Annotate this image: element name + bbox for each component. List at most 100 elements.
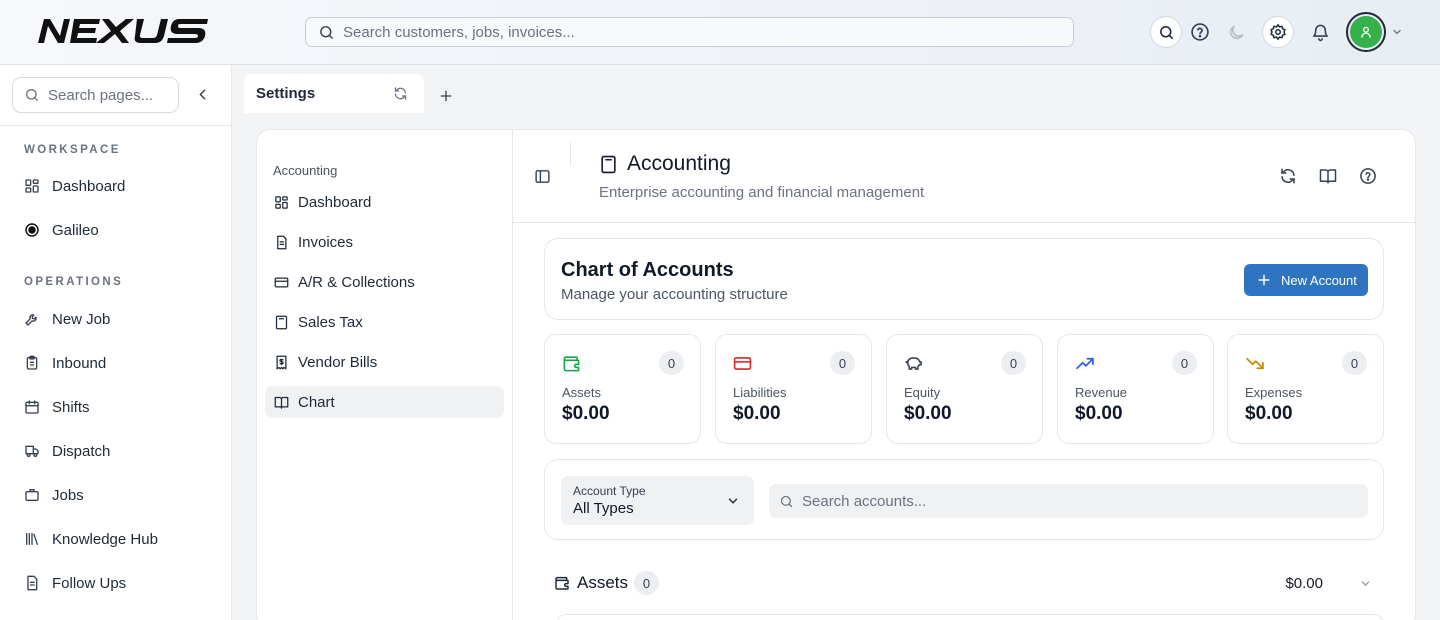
menu-item-invoices[interactable]: Invoices: [265, 226, 504, 258]
collapse-sidebar-icon[interactable]: [194, 86, 211, 103]
add-tab-icon[interactable]: [438, 88, 454, 104]
chart-of-accounts-header: Chart of Accounts Manage your accounting…: [544, 238, 1384, 320]
sidebar-item-label: Knowledge Hub: [52, 530, 158, 548]
count-badge: 0: [1001, 351, 1026, 375]
galileo-icon: [24, 222, 40, 238]
page-search[interactable]: [12, 77, 179, 113]
count-badge: 0: [1342, 351, 1367, 375]
stat-value: $0.00: [904, 403, 952, 424]
sidebar-item-galileo[interactable]: Galileo: [24, 217, 99, 243]
menu-item-vendor-bills[interactable]: Vendor Bills: [265, 346, 504, 378]
settings-button[interactable]: [1262, 16, 1294, 48]
divider: [570, 142, 571, 166]
document-icon: [24, 575, 40, 591]
chevron-down-icon: [726, 494, 740, 508]
refresh-icon[interactable]: [1279, 167, 1297, 185]
search-icon: [779, 494, 794, 509]
grid-icon: [274, 195, 289, 210]
stat-card-expenses[interactable]: 0 Expenses $0.00: [1227, 334, 1384, 444]
theme-toggle-button[interactable]: [1220, 16, 1252, 48]
sidebar-item-dispatch[interactable]: Dispatch: [24, 438, 110, 464]
stat-card-liabilities[interactable]: 0 Liabilities $0.00: [715, 334, 872, 444]
chevron-down-icon[interactable]: [1359, 577, 1372, 590]
filter-bar: Account Type All Types: [544, 459, 1384, 540]
receipt-icon: [274, 355, 289, 370]
accounting-menu-heading: Accounting: [273, 163, 338, 178]
account-type-select[interactable]: Account Type All Types: [561, 476, 754, 525]
stat-label: Equity: [904, 385, 941, 400]
stat-label: Expenses: [1245, 385, 1303, 400]
stat-card-revenue[interactable]: 0 Revenue $0.00: [1057, 334, 1214, 444]
stat-card-assets[interactable]: 0 Assets $0.00: [544, 334, 701, 444]
sidebar-item-shifts[interactable]: Shifts: [24, 394, 90, 420]
piggy-bank-icon: [904, 354, 924, 373]
global-search-input[interactable]: [343, 23, 1023, 41]
menu-item-ar-collections[interactable]: A/R & Collections: [265, 266, 504, 298]
notifications-button[interactable]: [1304, 16, 1336, 48]
trending-up-icon: [1075, 354, 1095, 373]
tab-settings[interactable]: Settings: [244, 74, 424, 113]
quick-search-button[interactable]: [1150, 16, 1182, 48]
section-operations: OPERATIONS: [24, 276, 124, 288]
global-search[interactable]: [305, 17, 1074, 47]
menu-item-sales-tax[interactable]: Sales Tax: [265, 306, 504, 338]
wallet-icon: [562, 354, 581, 373]
group-name: Assets: [577, 573, 629, 592]
chevron-down-icon[interactable]: [1391, 26, 1403, 38]
account-group-body: [556, 614, 1384, 620]
stat-value: $0.00: [1245, 403, 1293, 424]
select-caption: Account Type: [573, 484, 646, 498]
truck-icon: [24, 443, 40, 459]
sidebar-item-label: New Job: [52, 310, 111, 328]
sidebar-item-new-job[interactable]: New Job: [24, 306, 110, 332]
avatar: [1350, 16, 1382, 48]
stat-label: Revenue: [1075, 385, 1128, 400]
menu-item-label: Invoices: [298, 233, 354, 251]
book-icon[interactable]: [1319, 167, 1337, 185]
top-bar: [0, 0, 1440, 65]
sidebar-item-label: Galileo: [52, 221, 99, 239]
search-icon: [1158, 24, 1175, 41]
section-workspace: WORKSPACE: [24, 144, 121, 156]
sidebar-item-knowledge-hub[interactable]: Knowledge Hub: [24, 526, 158, 552]
library-icon: [24, 531, 40, 547]
divider: [0, 125, 231, 126]
sidebar-item-follow-ups[interactable]: Follow Ups: [24, 570, 126, 596]
trending-down-icon: [1245, 354, 1265, 373]
page-title: Accounting: [599, 152, 731, 176]
menu-item-label: Chart: [298, 393, 335, 411]
count-badge: 0: [634, 571, 659, 595]
new-account-label: New Account: [1281, 272, 1357, 288]
new-account-button[interactable]: New Account: [1244, 264, 1368, 296]
user-icon: [1359, 25, 1373, 39]
sidebar-item-dashboard[interactable]: Dashboard: [24, 173, 125, 199]
account-search-input[interactable]: [802, 492, 1342, 510]
page-search-input[interactable]: [48, 86, 168, 104]
refresh-icon[interactable]: [393, 86, 408, 101]
help-circle-icon: [1190, 22, 1210, 42]
menu-item-label: A/R & Collections: [298, 273, 415, 291]
stat-value: $0.00: [1075, 403, 1123, 424]
account-search[interactable]: [769, 484, 1368, 518]
select-value: All Types: [573, 500, 634, 517]
user-avatar-button[interactable]: [1346, 12, 1386, 52]
account-group-assets[interactable]: Assets 0 $0.00: [544, 566, 1384, 600]
stat-card-equity[interactable]: 0 Equity $0.00: [886, 334, 1043, 444]
sidebar-toggle-icon[interactable]: [534, 168, 551, 185]
sidebar-item-label: Jobs: [52, 486, 84, 504]
sidebar: WORKSPACE Dashboard Galileo OPERATIONS N…: [0, 65, 232, 620]
bell-icon: [1311, 23, 1330, 42]
menu-item-label: Vendor Bills: [298, 353, 378, 371]
sidebar-item-label: Follow Ups: [52, 574, 127, 592]
sidebar-item-jobs[interactable]: Jobs: [24, 482, 84, 508]
help-circle-icon[interactable]: [1359, 167, 1377, 185]
gear-icon: [1269, 23, 1287, 41]
sidebar-item-inbound[interactable]: Inbound: [24, 350, 106, 376]
nexus-logo[interactable]: [36, 17, 224, 45]
section-title: Chart of Accounts: [561, 259, 734, 281]
tab-label: Settings: [256, 85, 316, 102]
menu-item-chart[interactable]: Chart: [265, 386, 504, 418]
help-button[interactable]: [1184, 16, 1216, 48]
wallet-icon: [554, 575, 570, 591]
menu-item-dashboard[interactable]: Dashboard: [265, 186, 504, 218]
